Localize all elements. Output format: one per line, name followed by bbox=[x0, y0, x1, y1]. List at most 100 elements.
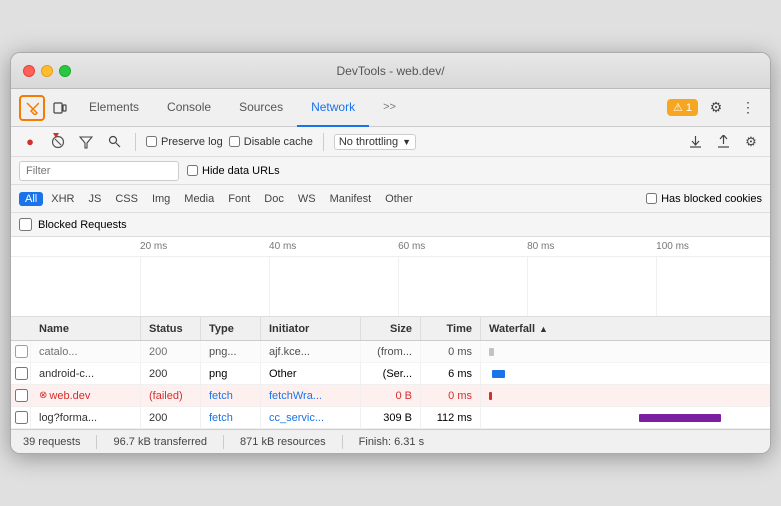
type-btn-media[interactable]: Media bbox=[178, 192, 220, 206]
more-options-button[interactable]: ⋮ bbox=[734, 94, 762, 122]
type-btn-css[interactable]: CSS bbox=[109, 192, 144, 206]
table-area: catalo... 200 png... ajf.kce... (from...… bbox=[11, 341, 770, 429]
title-bar: DevTools - web.dev/ bbox=[11, 53, 770, 89]
import-button[interactable] bbox=[684, 131, 706, 153]
table-header: Name Status Type Initiator Size Time Wat… bbox=[11, 317, 770, 341]
maximize-button[interactable] bbox=[59, 65, 71, 77]
network-settings-button[interactable]: ⚙ bbox=[740, 131, 762, 153]
row-waterfall bbox=[481, 341, 770, 362]
timeline-mark-100ms: 100 ms bbox=[656, 241, 689, 252]
timeline-ruler: 20 ms 40 ms 60 ms 80 ms 100 ms bbox=[11, 237, 770, 257]
chevron-down-icon: ▼ bbox=[402, 137, 411, 147]
row-type: fetch bbox=[201, 385, 261, 406]
tab-sources[interactable]: Sources bbox=[225, 89, 297, 127]
disable-cache-checkbox[interactable]: Disable cache bbox=[229, 136, 313, 148]
row-size: (from... bbox=[361, 341, 421, 362]
type-btn-manifest[interactable]: Manifest bbox=[324, 192, 378, 206]
type-btn-img[interactable]: Img bbox=[146, 192, 176, 206]
row-time: 6 ms bbox=[421, 363, 481, 384]
row-time: 112 ms bbox=[421, 407, 481, 428]
type-btn-ws[interactable]: WS bbox=[292, 192, 322, 206]
sort-arrow-icon bbox=[539, 324, 548, 334]
row-initiator: Other bbox=[261, 363, 361, 384]
row-size: (Ser... bbox=[361, 363, 421, 384]
row-status: 200 bbox=[141, 341, 201, 362]
row-type: png bbox=[201, 363, 261, 384]
status-divider bbox=[342, 435, 343, 449]
type-btn-all[interactable]: All bbox=[19, 192, 43, 206]
tab-more[interactable]: >> bbox=[369, 89, 410, 127]
close-button[interactable] bbox=[23, 65, 35, 77]
col-header-initiator[interactable]: Initiator bbox=[261, 317, 361, 340]
type-filter-row: All XHR JS CSS Img Media Font Doc WS Man… bbox=[11, 185, 770, 213]
status-finish: Finish: 6.31 s bbox=[359, 436, 424, 448]
row-initiator[interactable]: fetchWra... bbox=[261, 385, 361, 406]
type-btn-other[interactable]: Other bbox=[379, 192, 419, 206]
type-btn-font[interactable]: Font bbox=[222, 192, 256, 206]
preserve-log-checkbox[interactable]: Preserve log bbox=[146, 136, 223, 148]
blocked-row: Blocked Requests bbox=[11, 213, 770, 237]
type-btn-doc[interactable]: Doc bbox=[258, 192, 290, 206]
window-title: DevTools - web.dev/ bbox=[336, 64, 444, 78]
status-resources: 871 kB resources bbox=[240, 436, 326, 448]
timeline-mark-80ms: 80 ms bbox=[527, 241, 554, 252]
filter-input[interactable] bbox=[19, 161, 179, 181]
tab-elements[interactable]: Elements bbox=[75, 89, 153, 127]
row-status: (failed) bbox=[141, 385, 201, 406]
row-waterfall bbox=[481, 407, 770, 428]
timeline-mark-20ms: 20 ms bbox=[140, 241, 167, 252]
col-header-waterfall[interactable]: Waterfall bbox=[481, 317, 770, 340]
row-status: 200 bbox=[141, 407, 201, 428]
table-row[interactable]: catalo... 200 png... ajf.kce... (from...… bbox=[11, 341, 770, 363]
tab-console[interactable]: Console bbox=[153, 89, 225, 127]
row-checkbox-cell[interactable] bbox=[11, 385, 31, 406]
status-requests: 39 requests bbox=[23, 436, 80, 448]
col-header-type[interactable]: Type bbox=[201, 317, 261, 340]
row-waterfall bbox=[481, 385, 770, 406]
table-row[interactable]: log?forma... 200 fetch cc_servic... 309 … bbox=[11, 407, 770, 429]
col-header-time[interactable]: Time bbox=[421, 317, 481, 340]
filter-row: Hide data URLs bbox=[11, 157, 770, 185]
error-icon: ⊗ bbox=[39, 390, 47, 401]
row-checkbox-cell[interactable] bbox=[11, 407, 31, 428]
row-type: png... bbox=[201, 341, 261, 362]
row-checkbox-cell[interactable] bbox=[11, 341, 31, 362]
record-button[interactable]: ● bbox=[19, 131, 41, 153]
row-name: ⊗ web.dev bbox=[31, 385, 141, 406]
blocked-requests-checkbox[interactable] bbox=[19, 218, 32, 231]
filter-button[interactable] bbox=[75, 131, 97, 153]
panel-icons bbox=[19, 95, 73, 121]
row-initiator: ajf.kce... bbox=[261, 341, 361, 362]
tab-network[interactable]: Network bbox=[297, 89, 369, 127]
row-name: android-c... bbox=[31, 363, 141, 384]
inspect-icon[interactable] bbox=[19, 95, 45, 121]
row-initiator[interactable]: cc_servic... bbox=[261, 407, 361, 428]
row-checkbox-cell[interactable] bbox=[11, 363, 31, 384]
type-btn-js[interactable]: JS bbox=[82, 192, 107, 206]
minimize-button[interactable] bbox=[41, 65, 53, 77]
timeline-area: 20 ms 40 ms 60 ms 80 ms 100 ms bbox=[11, 237, 770, 317]
has-blocked-cookies-checkbox[interactable]: Has blocked cookies bbox=[646, 193, 762, 205]
col-header-status[interactable]: Status bbox=[141, 317, 201, 340]
throttle-select[interactable]: No throttling ▼ bbox=[334, 134, 416, 150]
row-waterfall bbox=[481, 363, 770, 384]
devtools-window: DevTools - web.dev/ Elements Console bbox=[10, 52, 771, 454]
status-divider bbox=[223, 435, 224, 449]
col-header-name[interactable]: Name bbox=[31, 317, 141, 340]
device-icon[interactable] bbox=[47, 95, 73, 121]
hide-data-urls-checkbox[interactable]: Hide data URLs bbox=[187, 165, 280, 177]
warning-badge[interactable]: ⚠ 1 bbox=[667, 99, 698, 116]
table-row[interactable]: android-c... 200 png Other (Ser... 6 ms bbox=[11, 363, 770, 385]
table-row[interactable]: ⊗ web.dev (failed) fetch fetchWra... 0 B… bbox=[11, 385, 770, 407]
clear-button[interactable] bbox=[47, 131, 69, 153]
export-button[interactable] bbox=[712, 131, 734, 153]
row-name: log?forma... bbox=[31, 407, 141, 428]
timeline-mark-60ms: 60 ms bbox=[398, 241, 425, 252]
col-header-size[interactable]: Size bbox=[361, 317, 421, 340]
traffic-lights bbox=[23, 65, 71, 77]
type-btn-xhr[interactable]: XHR bbox=[45, 192, 80, 206]
tab-list: Elements Console Sources Network >> bbox=[75, 89, 410, 126]
settings-button[interactable]: ⚙ bbox=[702, 94, 730, 122]
timeline-mark-40ms: 40 ms bbox=[269, 241, 296, 252]
search-button[interactable] bbox=[103, 131, 125, 153]
